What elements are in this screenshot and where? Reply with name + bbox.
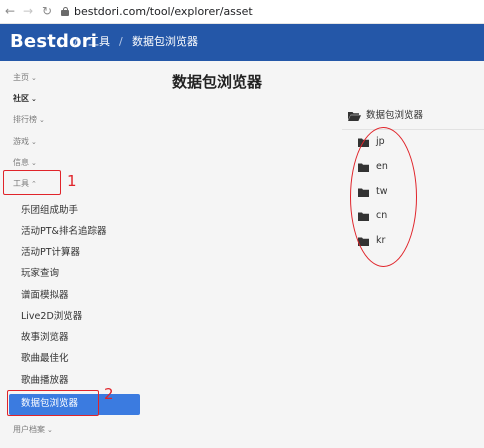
tree-divider <box>342 129 484 130</box>
url-text[interactable]: bestdori.com/tool/explorer/asset <box>74 4 253 19</box>
chevron-down-icon: ⌄ <box>31 159 37 167</box>
breadcrumb-separator: / <box>119 35 123 48</box>
sidebar-item-live2d-viewer[interactable]: Live2D浏览器 <box>21 310 82 324</box>
annotation-number-2: 2 <box>104 385 114 403</box>
app-header: Bestdori / 工具 / 数据包浏览器 <box>0 24 484 61</box>
reload-icon[interactable]: ↻ <box>42 3 52 19</box>
folder-open-icon <box>348 112 361 121</box>
chevron-down-icon: ⌄ <box>39 116 45 124</box>
chevron-down-icon: ⌄ <box>31 95 37 103</box>
breadcrumb-separator: / <box>74 35 78 48</box>
sidebar-item-song-player[interactable]: 歌曲播放器 <box>21 374 69 388</box>
sidebar-section-label: 社区 <box>13 94 29 103</box>
sidebar-item-band-builder[interactable]: 乐团组成助手 <box>21 204 78 218</box>
back-icon[interactable]: ← <box>5 3 15 19</box>
chevron-down-icon: ⌄ <box>31 74 37 82</box>
annotation-number-1: 1 <box>67 172 77 190</box>
sidebar-section-label: 用户档案 <box>13 425 45 434</box>
sidebar-section-info[interactable]: 信息 ⌄ <box>13 157 37 169</box>
lock-body <box>61 10 69 16</box>
lock-icon[interactable] <box>61 7 69 16</box>
annotation-box-1 <box>3 170 61 195</box>
brand-logo[interactable]: Bestdori <box>10 30 97 54</box>
sidebar-item-player-search[interactable]: 玩家查询 <box>21 267 59 281</box>
breadcrumb-current: 数据包浏览器 <box>132 35 198 48</box>
chevron-down-icon: ⌄ <box>47 426 53 434</box>
forward-icon[interactable]: → <box>23 3 33 19</box>
sidebar-item-story-viewer[interactable]: 故事浏览器 <box>21 331 69 345</box>
sidebar-section-home[interactable]: 主页 ⌄ <box>13 72 37 84</box>
sidebar-section-community[interactable]: 社区 ⌄ <box>13 93 37 105</box>
sidebar-item-chart-simulator[interactable]: 谱面模拟器 <box>21 289 69 303</box>
sidebar-section-ranking[interactable]: 排行榜 ⌄ <box>13 114 45 126</box>
page-title: 数据包浏览器 <box>172 73 263 91</box>
browser-address-bar: ← → ↻ bestdori.com/tool/explorer/asset <box>0 0 484 24</box>
sidebar-section-label: 排行榜 <box>13 115 37 124</box>
breadcrumb-tools[interactable]: 工具 <box>88 34 110 50</box>
sidebar-section-label: 主页 <box>13 73 29 82</box>
sidebar-item-song-optimizer[interactable]: 歌曲最佳化 <box>21 352 69 366</box>
sidebar-section-game[interactable]: 游戏 ⌄ <box>13 136 37 148</box>
sidebar-item-event-tracker[interactable]: 活动PT&排名追踪器 <box>21 225 106 239</box>
sidebar-section-user-profile[interactable]: 用户档案 ⌄ <box>13 424 53 436</box>
root-folder-label: 数据包浏览器 <box>366 110 424 121</box>
sidebar-item-event-pt-calculator[interactable]: 活动PT计算器 <box>21 246 80 260</box>
annotation-box-2 <box>7 390 99 416</box>
sidebar-section-label: 信息 <box>13 158 29 167</box>
sidebar-section-label: 游戏 <box>13 137 29 146</box>
chevron-down-icon: ⌄ <box>31 138 37 146</box>
annotation-ellipse <box>350 127 417 267</box>
